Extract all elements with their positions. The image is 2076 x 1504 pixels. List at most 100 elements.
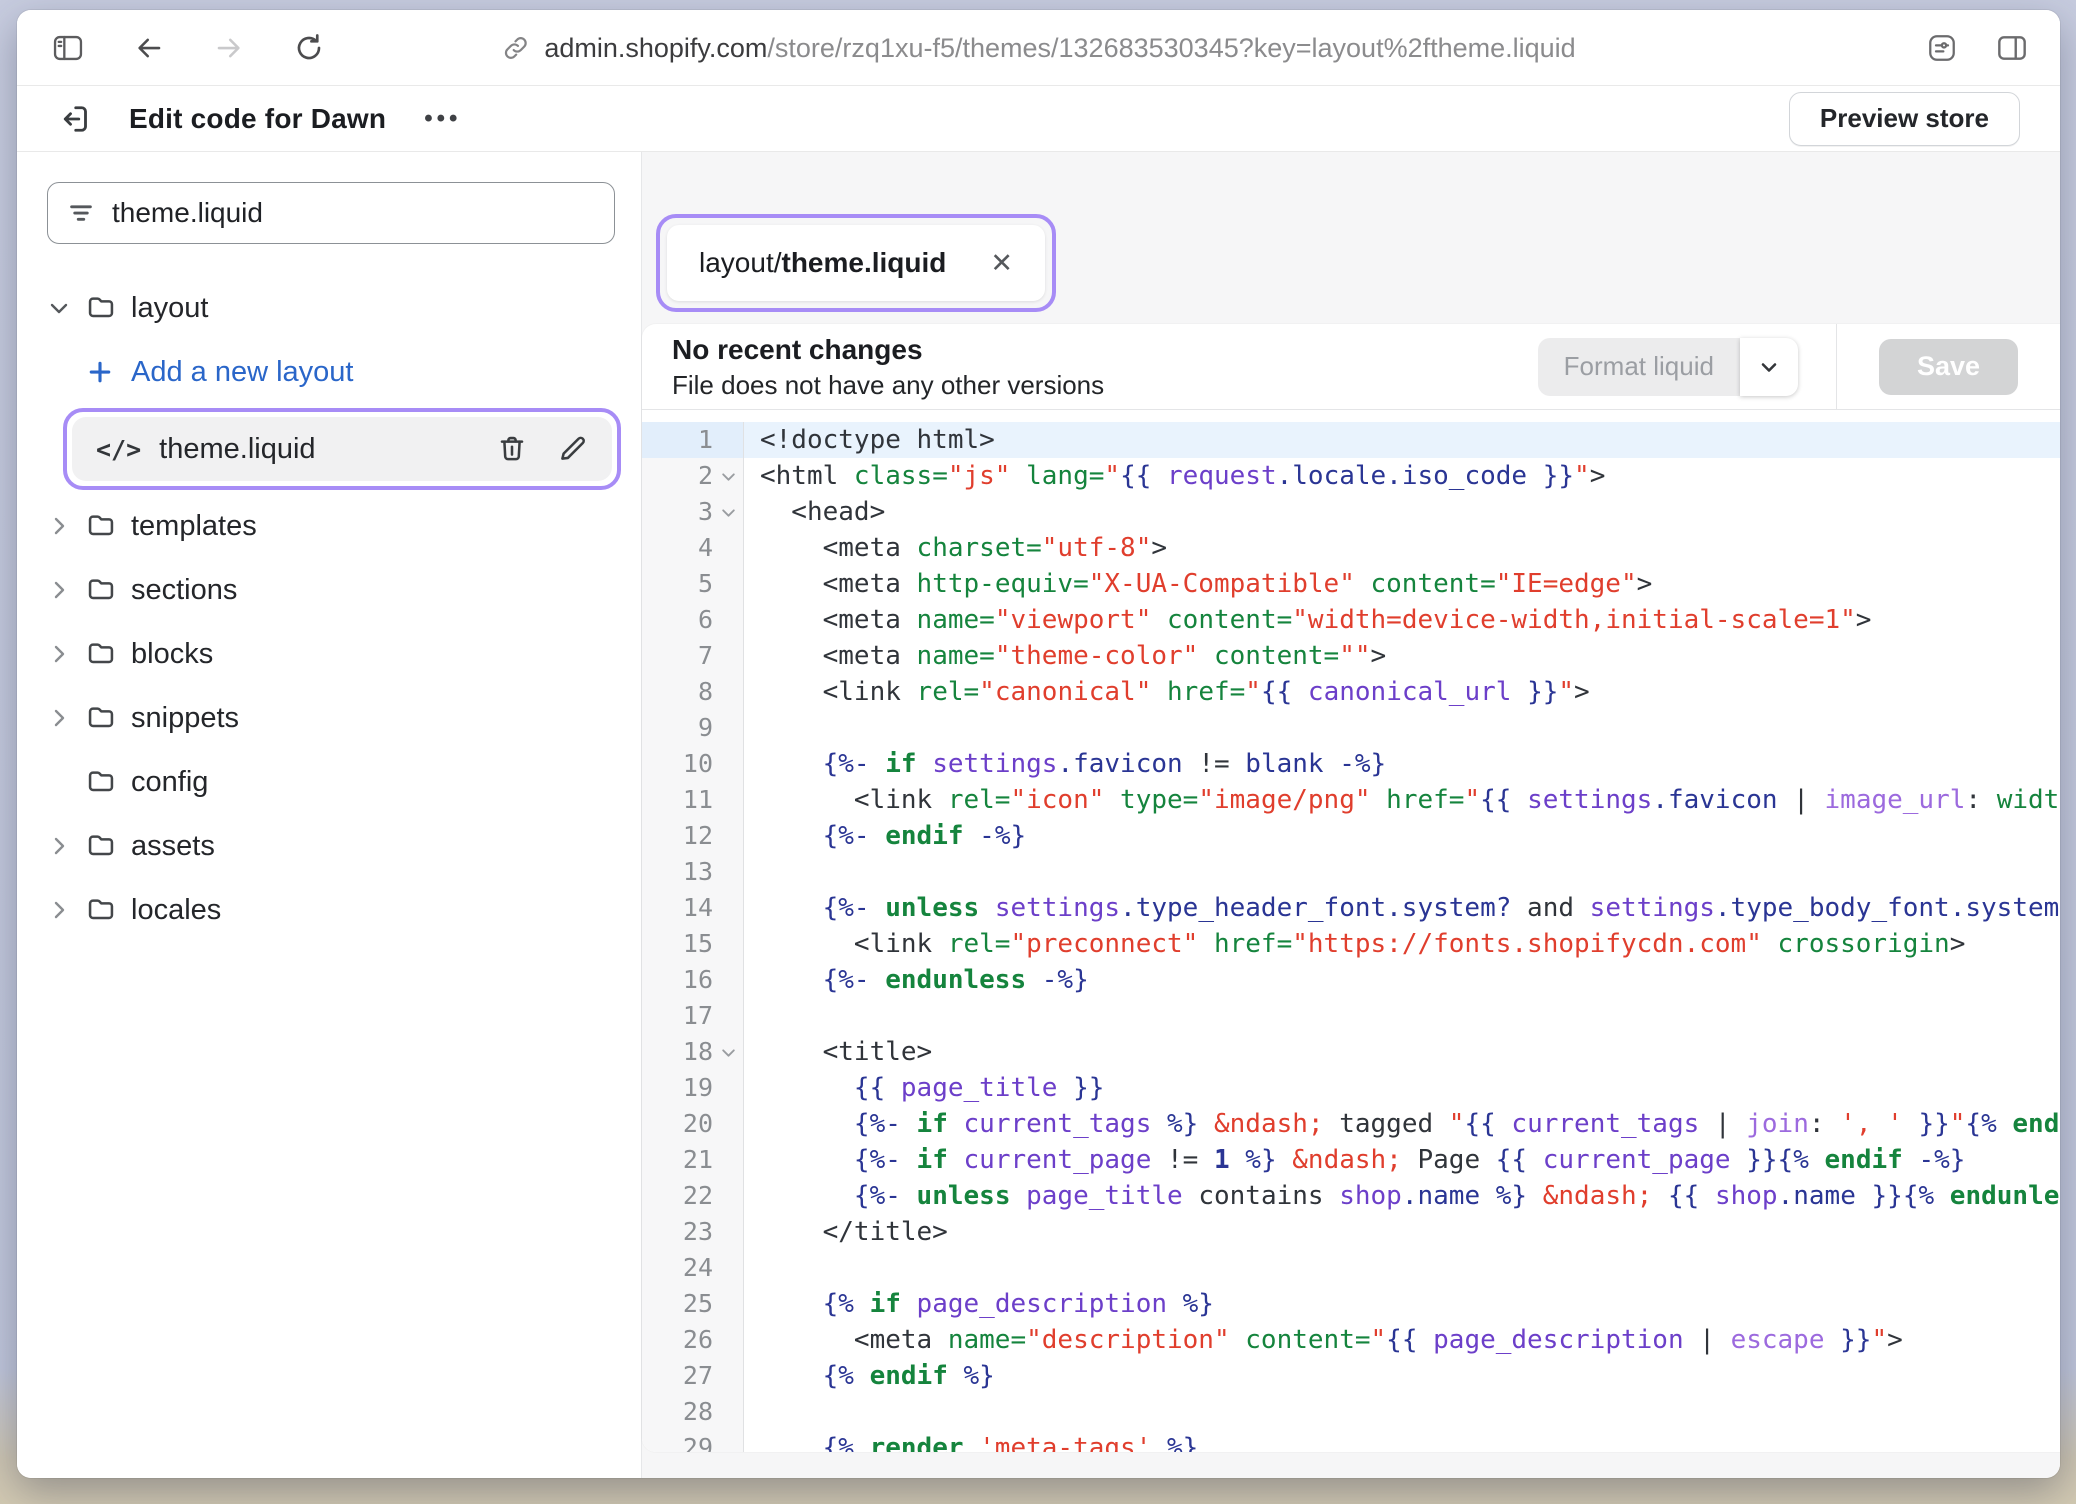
tree-chevron[interactable] <box>47 642 85 666</box>
code-line[interactable]: 24 <box>642 1250 2060 1286</box>
address-bar[interactable]: admin.shopify.com/store/rzq1xu-f5/themes… <box>501 10 1575 86</box>
code-line[interactable]: 13 <box>642 854 2060 890</box>
code-line[interactable]: 20 {%- if current_tags %} &ndash; tagged… <box>642 1106 2060 1142</box>
page-settings-icon[interactable] <box>1926 32 1958 64</box>
reload-button[interactable] <box>293 32 325 64</box>
tree-chevron[interactable] <box>47 514 85 538</box>
sidebar-item-config[interactable]: config <box>17 750 641 814</box>
status-subtitle: File does not have any other versions <box>672 370 1538 401</box>
code-line[interactable]: 22 {%- unless page_title contains shop.n… <box>642 1178 2060 1214</box>
line-gutter: 11 <box>642 782 744 818</box>
sidebar-item-locales[interactable]: locales <box>17 878 641 942</box>
code-line[interactable]: 8 <link rel="canonical" href="{{ canonic… <box>642 674 2060 710</box>
code-line-source <box>744 854 2060 890</box>
file-search-box[interactable] <box>47 182 615 244</box>
sidebar-item-templates[interactable]: templates <box>17 494 641 558</box>
code-line[interactable]: 3 <head> <box>642 494 2060 530</box>
fold-toggle[interactable] <box>713 504 743 521</box>
code-line-source: <link rel="icon" type="image/png" href="… <box>744 782 2060 818</box>
code-line[interactable]: 21 {%- if current_page != 1 %} &ndash; P… <box>642 1142 2060 1178</box>
back-button[interactable] <box>133 33 165 63</box>
sidebar-right-toggle-icon[interactable] <box>1996 33 2028 63</box>
code-line[interactable]: 25 {% if page_description %} <box>642 1286 2060 1322</box>
line-gutter: 13 <box>642 854 744 890</box>
tree-chevron[interactable] <box>47 578 85 602</box>
chevron-right-icon <box>47 514 71 538</box>
code-line[interactable]: 9 <box>642 710 2060 746</box>
line-gutter: 10 <box>642 746 744 782</box>
folder-icon <box>85 894 117 926</box>
tree-chevron[interactable] <box>47 706 85 730</box>
sidebar-item-layout[interactable]: layout <box>17 276 641 340</box>
forward-button[interactable] <box>213 33 245 63</box>
chevron-down-icon <box>47 296 71 320</box>
format-liquid-button[interactable]: Format liquid <box>1538 338 1740 396</box>
code-line[interactable]: 17 <box>642 998 2060 1034</box>
code-file-icon: </> <box>96 435 141 464</box>
line-number: 5 <box>642 566 713 602</box>
tree-chevron[interactable] <box>47 898 85 922</box>
code-line[interactable]: 1<!doctype html> <box>642 422 2060 458</box>
line-number: 4 <box>642 530 713 566</box>
code-line[interactable]: 14 {%- unless settings.type_header_font.… <box>642 890 2060 926</box>
code-line-source: {%- if current_tags %} &ndash; tagged "{… <box>744 1106 2060 1142</box>
search-input[interactable] <box>112 197 596 229</box>
code-area[interactable]: 1<!doctype html>2<html class="js" lang="… <box>642 410 2060 1452</box>
preview-store-button[interactable]: Preview store <box>1789 92 2020 146</box>
sidebar-item-blocks[interactable]: blocks <box>17 622 641 686</box>
code-line[interactable]: 27 {% endif %} <box>642 1358 2060 1394</box>
fold-toggle[interactable] <box>713 468 743 485</box>
exit-editor-icon[interactable] <box>57 101 93 137</box>
code-line[interactable]: 12 {%- endif -%} <box>642 818 2060 854</box>
save-button[interactable]: Save <box>1879 339 2018 395</box>
code-line[interactable]: 5 <meta http-equiv="X-UA-Compatible" con… <box>642 566 2060 602</box>
sidebar-item-assets[interactable]: assets <box>17 814 641 878</box>
tab-theme-liquid[interactable]: layout/theme.liquid ✕ <box>667 225 1045 301</box>
sidebar-toggle-icon[interactable] <box>51 33 85 63</box>
file-annotation-outline: </>theme.liquid <box>63 408 621 490</box>
code-line[interactable]: 23 </title> <box>642 1214 2060 1250</box>
line-number: 9 <box>642 710 713 746</box>
save-section: Save <box>1836 324 2060 409</box>
code-line[interactable]: 29 {% render 'meta-tags' %} <box>642 1430 2060 1452</box>
tab-label: layout/theme.liquid <box>699 247 946 279</box>
delete-file-button[interactable] <box>496 433 528 465</box>
tab-annotation-outline: layout/theme.liquid ✕ <box>656 214 1056 312</box>
fold-toggle-icon <box>720 468 737 485</box>
line-gutter: 19 <box>642 1070 744 1106</box>
code-line[interactable]: 4 <meta charset="utf-8"> <box>642 530 2060 566</box>
tree-chevron[interactable] <box>47 834 85 858</box>
code-line[interactable]: 18 <title> <box>642 1034 2060 1070</box>
code-line-source: <title> <box>744 1034 2060 1070</box>
code-line[interactable]: 10 {%- if settings.favicon != blank -%} <box>642 746 2060 782</box>
sidebar-item-theme-liquid[interactable]: </>theme.liquid <box>72 417 612 481</box>
code-line[interactable]: 15 <link rel="preconnect" href="https://… <box>642 926 2060 962</box>
code-line[interactable]: 26 <meta name="description" content="{{ … <box>642 1322 2060 1358</box>
code-line[interactable]: 7 <meta name="theme-color" content=""> <box>642 638 2060 674</box>
fold-toggle-icon <box>720 504 737 521</box>
code-line[interactable]: 19 {{ page_title }} <box>642 1070 2060 1106</box>
rename-file-button[interactable] <box>556 433 588 465</box>
code-line[interactable]: 11 <link rel="icon" type="image/png" hre… <box>642 782 2060 818</box>
line-number: 19 <box>642 1070 713 1106</box>
line-gutter: 3 <box>642 494 744 530</box>
tree-chevron[interactable] <box>47 296 85 320</box>
tree-item-label: locales <box>131 894 221 927</box>
more-actions-button[interactable]: ••• <box>424 107 461 131</box>
format-dropdown-button[interactable] <box>1740 338 1798 396</box>
code-line[interactable]: 6 <meta name="viewport" content="width=d… <box>642 602 2060 638</box>
sidebar-item-sections[interactable]: sections <box>17 558 641 622</box>
tree-item-label: assets <box>131 830 215 863</box>
code-line[interactable]: 16 {%- endunless -%} <box>642 962 2060 998</box>
fold-toggle[interactable] <box>713 1044 743 1061</box>
line-gutter: 20 <box>642 1106 744 1142</box>
rename-icon <box>556 433 588 465</box>
code-line[interactable]: 2<html class="js" lang="{{ request.local… <box>642 458 2060 494</box>
version-status: No recent changes File does not have any… <box>642 324 1538 409</box>
line-number: 28 <box>642 1394 713 1430</box>
sidebar-item-snippets[interactable]: snippets <box>17 686 641 750</box>
close-icon[interactable]: ✕ <box>990 250 1013 277</box>
add-new-layout-button[interactable]: Add a new layout <box>17 340 641 404</box>
editor-panel: layout/theme.liquid ✕ No recent changes … <box>642 152 2060 1478</box>
code-line[interactable]: 28 <box>642 1394 2060 1430</box>
